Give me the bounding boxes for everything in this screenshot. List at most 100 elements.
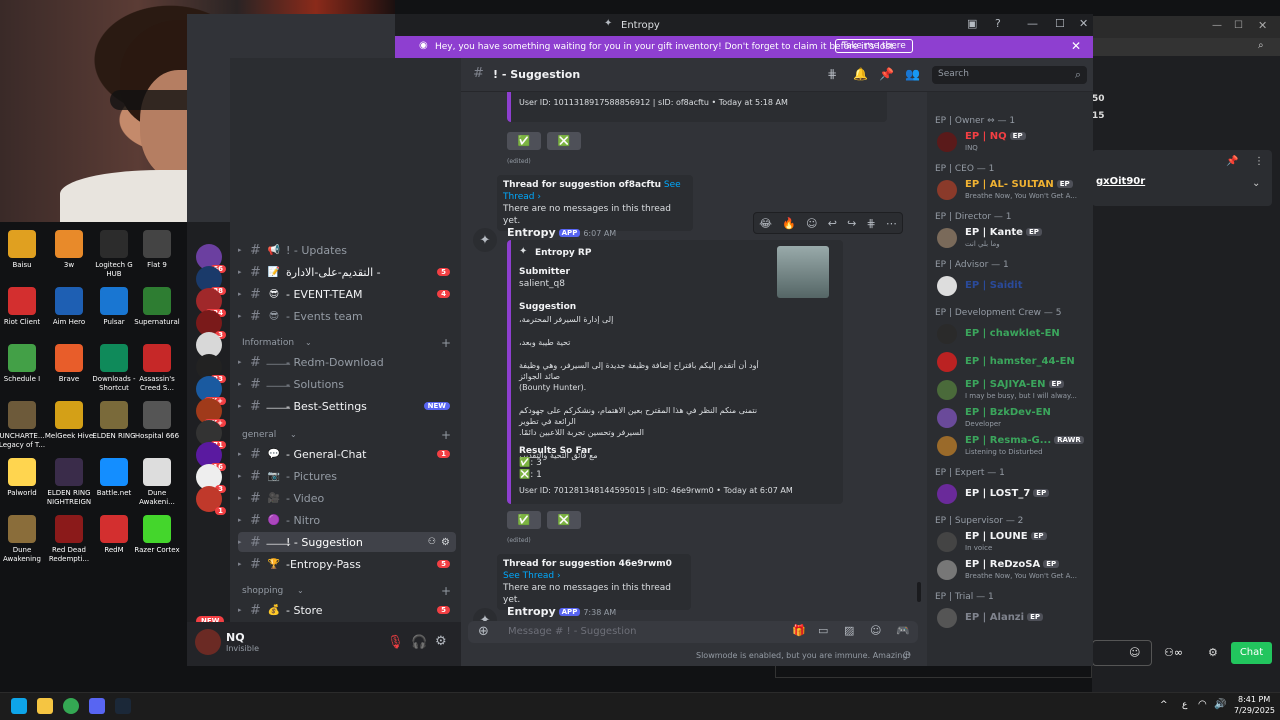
file-explorer-icon[interactable] bbox=[37, 698, 53, 714]
sticker-icon[interactable]: ▨ bbox=[844, 624, 854, 637]
minimize-icon[interactable]: — bbox=[1027, 17, 1038, 30]
add-reaction-icon[interactable]: ☺ bbox=[806, 217, 817, 230]
channel-item[interactable]: ▸ # ⸻ - Best-Settings NEW bbox=[238, 396, 456, 416]
add-channel-icon[interactable]: + bbox=[441, 336, 451, 350]
desktop-icon[interactable]: Dune Awakeni... bbox=[131, 458, 183, 507]
desktop-icon[interactable]: Dune Awakening bbox=[0, 515, 48, 564]
windows-start-icon[interactable] bbox=[11, 698, 27, 714]
member-item[interactable]: EP | Alanzi EP bbox=[937, 606, 1087, 632]
member-item[interactable]: EP | LOUNE EP In voice bbox=[937, 530, 1087, 556]
channel-gear-icon[interactable]: ⚙ bbox=[441, 537, 450, 548]
bgapp-link[interactable]: gxOit90r bbox=[1096, 176, 1145, 187]
thread-preview[interactable]: Thread for suggestion 46e9rwm0 See Threa… bbox=[497, 554, 691, 610]
bgapp-search-icon[interactable]: ⌕ bbox=[1258, 40, 1264, 51]
add-channel-icon[interactable]: + bbox=[441, 428, 451, 442]
forward-icon[interactable]: ↪ bbox=[847, 217, 856, 230]
desktop-icon[interactable]: Razer Cortex bbox=[131, 515, 183, 555]
entropy-avatar[interactable]: ✦ bbox=[473, 228, 497, 252]
bgapp-close-icon[interactable]: ✕ bbox=[1258, 19, 1267, 32]
member-item[interactable]: EP | Kante EP وما بلي انت bbox=[937, 226, 1087, 252]
mic-muted-icon[interactable]: 🎙 bbox=[387, 635, 404, 650]
member-item[interactable]: EP | Resma-G... RAWR Listening to Disturbe… bbox=[937, 434, 1087, 460]
pin-icon[interactable]: 📌 bbox=[1226, 156, 1238, 167]
member-item[interactable]: EP | LOST_7 EP bbox=[937, 482, 1087, 508]
desktop-icon[interactable]: Palworld bbox=[0, 458, 48, 498]
server-icon[interactable]: 1 bbox=[196, 486, 226, 515]
more-icon[interactable]: ⋯ bbox=[886, 217, 897, 230]
embed-thumbnail[interactable] bbox=[777, 246, 829, 298]
member-item[interactable]: EP | NQ EP INQ bbox=[937, 130, 1087, 156]
desktop-icon[interactable]: Hospital 666 bbox=[131, 401, 183, 441]
gif-icon[interactable]: ▭ bbox=[818, 624, 828, 637]
chevron-down-icon[interactable]: ⌄ bbox=[1252, 178, 1260, 189]
language-indicator[interactable]: ع bbox=[1182, 700, 1187, 710]
channel-item[interactable]: ▸ # 💬 - General-Chat 1 bbox=[238, 444, 456, 464]
bgapp-input[interactable]: ☺ bbox=[1092, 640, 1152, 666]
channel-item[interactable]: ▸ # 😎 - EVENT-TEAM 4 bbox=[238, 284, 456, 304]
search-input[interactable]: Search ⌕ bbox=[932, 66, 1087, 84]
member-item[interactable]: EP | chawklet-EN bbox=[937, 322, 1087, 348]
inbox-icon[interactable]: ▣ bbox=[967, 17, 977, 30]
chrome-icon[interactable] bbox=[63, 698, 79, 714]
vote-yes-button[interactable]: ✅ bbox=[507, 511, 541, 529]
desktop-icon[interactable]: UNCHARTE... Legacy of T... bbox=[0, 401, 48, 450]
channel-item[interactable]: ▸ # 😎 - Events team bbox=[238, 306, 456, 326]
desktop-icon[interactable]: Schedule I bbox=[0, 344, 48, 384]
add-channel-icon[interactable]: + bbox=[441, 584, 451, 598]
avatar[interactable] bbox=[195, 629, 221, 655]
member-item[interactable]: EP | BzkDev-EN Developer bbox=[937, 406, 1087, 432]
threads-icon[interactable]: ⋕ bbox=[827, 67, 837, 81]
gift-icon[interactable]: 🎁 bbox=[792, 624, 806, 637]
member-item[interactable]: EP | ReDzoSA EP Breathe Now, You Won't Get… bbox=[937, 558, 1087, 584]
category-header[interactable]: general bbox=[242, 430, 276, 440]
desktop-icon[interactable]: Supernatural bbox=[131, 287, 183, 327]
volume-icon[interactable]: 🔊 bbox=[1214, 699, 1226, 710]
member-item[interactable]: EP | hamster_44-EN bbox=[937, 350, 1087, 376]
message-composer[interactable]: ⊕ Message # ! - Suggestion 🎁 ▭ ▨ ☺ 🎮 bbox=[468, 621, 918, 643]
thread-preview[interactable]: Thread for suggestion of8acftu See Threa… bbox=[497, 175, 693, 231]
channel-item[interactable]: ▸ # 🏆 -Entropy-Pass 5 bbox=[238, 554, 456, 574]
clock-time[interactable]: 8:41 PM bbox=[1238, 695, 1270, 704]
bgapp-minimize-icon[interactable]: — bbox=[1212, 20, 1222, 31]
bgapp-gear-icon[interactable]: ⚙ bbox=[1208, 646, 1218, 659]
channel-item[interactable]: ▸ # ⸻! - Suggestion ⚇ ⚙ bbox=[238, 532, 456, 552]
message-author[interactable]: Entropy APP 6:07 AM bbox=[507, 226, 616, 239]
maximize-icon[interactable]: ☐ bbox=[1055, 17, 1065, 30]
member-list-icon[interactable]: 👥 bbox=[905, 67, 920, 81]
emoji-icon[interactable]: ☺ bbox=[1129, 646, 1140, 659]
thread-icon[interactable]: ⋕ bbox=[867, 217, 876, 230]
add-member-icon[interactable]: ⚇ bbox=[428, 537, 436, 547]
channel-item[interactable]: ▸ # ⸻ - Solutions bbox=[238, 374, 456, 394]
user-settings-gear-icon[interactable]: ⚙ bbox=[435, 634, 447, 649]
channel-item[interactable]: ▸ # 📝 التقديم-على-الادارة - 5 bbox=[238, 262, 456, 282]
bell-icon[interactable]: 🔔 bbox=[853, 67, 868, 81]
emoji-icon[interactable]: ☺ bbox=[870, 624, 881, 637]
wifi-icon[interactable]: ◠ bbox=[1198, 699, 1207, 710]
desktop-icon[interactable]: Riot Client bbox=[0, 287, 48, 327]
channel-item[interactable]: ▸ # 📢 ! - Updates bbox=[238, 240, 456, 260]
channel-item[interactable]: ▸ # 📷 - Pictures bbox=[238, 466, 456, 486]
desktop-icon[interactable]: Assassin's Creed S... bbox=[131, 344, 183, 393]
bgapp-users-icon[interactable]: ⚇∞ bbox=[1164, 646, 1183, 659]
react-emoji-icon[interactable]: 😂 bbox=[759, 217, 772, 230]
member-item[interactable]: EP | AL- SULTAN EP Breathe Now, You Won't … bbox=[937, 178, 1087, 204]
channel-item[interactable]: ▸ # 🟣 - Nitro bbox=[238, 510, 456, 530]
scrollbar[interactable] bbox=[917, 582, 921, 602]
clock-date[interactable]: 7/29/2025 bbox=[1234, 706, 1275, 715]
reply-icon[interactable]: ↩ bbox=[828, 217, 837, 230]
help-icon[interactable]: ? bbox=[995, 17, 1001, 30]
message-author[interactable]: Entropy APP 7:38 AM bbox=[507, 605, 616, 618]
banner-close-icon[interactable]: ✕ bbox=[1071, 39, 1081, 53]
add-attachment-icon[interactable]: ⊕ bbox=[478, 624, 489, 639]
headphones-muted-icon[interactable]: 🎧 bbox=[411, 635, 427, 650]
channel-item[interactable]: ▸ # ⸻ - Redm-Download bbox=[238, 352, 456, 372]
desktop-icon[interactable]: Baisu bbox=[0, 230, 48, 270]
entropy-avatar[interactable]: ✦ bbox=[473, 608, 497, 622]
channel-item[interactable]: ▸ # 🎥 - Video bbox=[238, 488, 456, 508]
member-item[interactable]: EP | Saidit bbox=[937, 274, 1087, 300]
react-fire-icon[interactable]: 🔥 bbox=[782, 217, 796, 230]
chat-button[interactable]: Chat bbox=[1231, 642, 1272, 664]
vote-no-button[interactable]: ❎ bbox=[547, 511, 581, 529]
desktop-icon[interactable]: Flat 9 bbox=[131, 230, 183, 270]
more-icon[interactable]: ⋮ bbox=[1254, 156, 1264, 167]
